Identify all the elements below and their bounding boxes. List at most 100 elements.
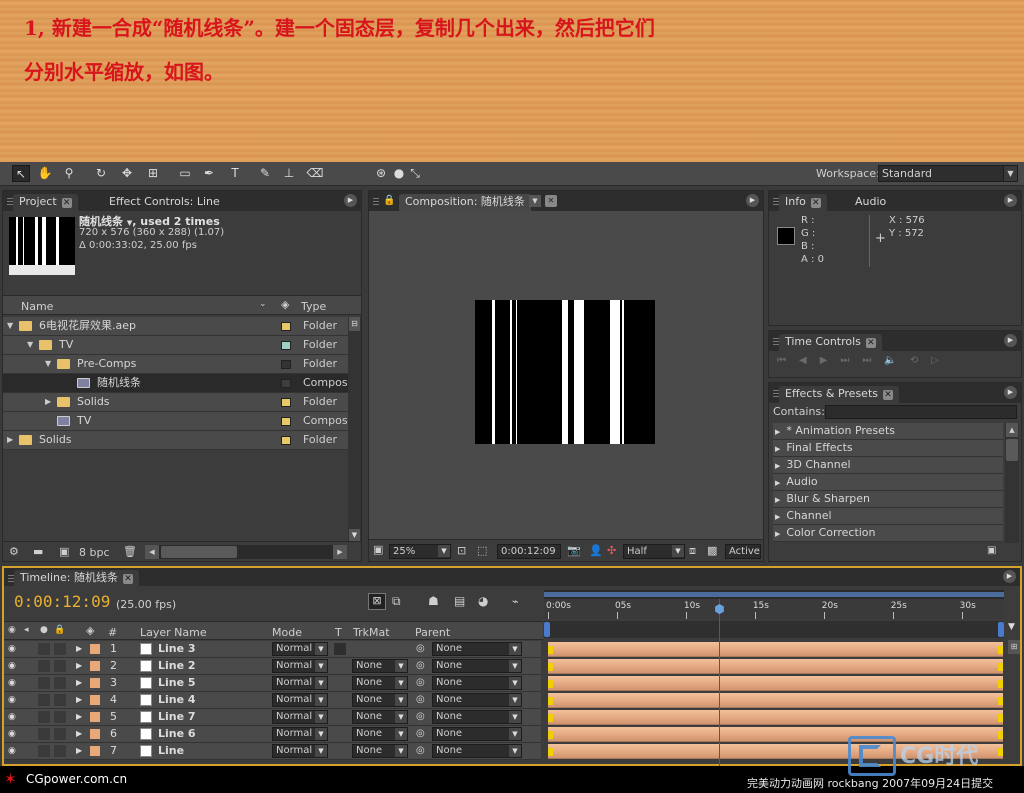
scroll-left-icon[interactable]: ◀ [145,545,159,559]
out-point-handle[interactable] [998,680,1003,688]
label-swatch[interactable] [281,322,291,331]
twirl-right-icon[interactable]: ▶ [76,743,82,759]
layer-mode-select[interactable]: Normal ▼ [272,727,328,741]
label-swatch[interactable] [90,695,100,705]
label-swatch[interactable] [281,379,291,388]
out-point-handle[interactable] [998,714,1003,722]
eye-icon[interactable]: ◉ [8,641,16,657]
project-row[interactable]: TV Composit [3,412,355,431]
interpret-footage-icon[interactable]: ⚙ [9,545,19,558]
layer-name[interactable]: Line 3 [158,641,196,657]
layer-mode-select[interactable]: Normal ▼ [272,676,328,690]
layer-mode-select[interactable]: Normal ▼ [272,642,328,656]
in-point-handle[interactable] [548,731,553,739]
tab-info[interactable]: Info ✕ [779,194,827,211]
layer-row[interactable]: ◉ ▶ 5 Line 7 Normal ▼ None ▼ ◎ None ▼ [4,709,541,726]
eye-icon[interactable]: ◉ [8,692,16,708]
close-icon[interactable]: ✕ [810,198,821,208]
label-swatch[interactable] [90,729,100,739]
project-row[interactable]: 随机线条 Composit [3,374,355,393]
layer-duration-bar[interactable] [548,659,1003,674]
solo-switch[interactable] [38,643,50,655]
close-icon[interactable]: ✕ [865,338,876,348]
label-swatch[interactable] [90,712,100,722]
eye-icon[interactable]: ◉ [8,709,16,725]
magnification-select[interactable]: 25% ▼ [389,544,451,559]
time-ruler[interactable]: 0:00s 05s 10s 15s 20s 25s 30s [544,599,1004,619]
mask-view-icon[interactable]: ⬚ [477,544,487,557]
lock-switch[interactable] [54,728,66,740]
eye-icon[interactable]: ◉ [8,675,16,691]
solo-switch[interactable] [38,711,50,723]
draft-3d-icon[interactable]: ⧉ [392,594,401,609]
current-time-indicator[interactable] [719,599,721,766]
layer-row[interactable]: ◉ ▶ 7 Line Normal ▼ None ▼ ◎ None ▼ [4,743,541,760]
twirl-right-icon[interactable]: ▶ [76,692,82,708]
eye-icon[interactable]: ◉ [8,625,16,635]
workspace-select[interactable]: Standard ▼ [878,165,1018,182]
layer-name[interactable]: Line 6 [158,726,196,742]
timeline-timecode[interactable]: 0:00:12:09 [14,592,110,611]
project-row[interactable]: ▶ Solids Folder [3,431,348,450]
lock-icon[interactable]: 🔒 [54,625,65,635]
in-point-handle[interactable] [548,714,553,722]
effects-scrollbar[interactable]: ▲ [1005,423,1019,543]
trkmat-select[interactable]: None ▼ [352,710,408,724]
pick-whip-icon[interactable]: ◎ [416,743,425,759]
lock-switch[interactable] [54,660,66,672]
twirl-right-icon[interactable]: ▶ [775,479,780,487]
local-axis-mode-icon[interactable]: ⊛ [372,165,390,182]
twirl-down-icon[interactable]: ▼ [27,336,33,354]
solo-switch[interactable] [38,745,50,757]
project-horizontal-scrollbar[interactable]: ◀ ▶ [145,545,347,559]
twirl-right-icon[interactable]: ▶ [76,658,82,674]
navigator-start-handle[interactable] [544,622,550,637]
label-swatch[interactable] [281,417,291,426]
solo-switch[interactable] [38,677,50,689]
eraser-tool-icon[interactable]: ⌫ [306,165,324,182]
show-snapshot-icon[interactable]: 👤 [589,544,603,557]
live-update-icon[interactable]: ⊠ [368,593,386,610]
chevron-down-icon[interactable]: ⌄ [259,299,267,309]
footer-site[interactable]: CGpower.com.cn [26,772,127,786]
tab-audio[interactable]: Audio [849,194,892,211]
playhead-icon[interactable]: ⬢ [714,603,724,615]
layer-row[interactable]: ◉ ▶ 1 Line 3 Normal ▼ ◎ None ▼ [4,641,541,658]
effects-category[interactable]: ▶ Final Effects [773,440,1003,457]
eye-icon[interactable]: ◉ [8,743,16,759]
in-point-handle[interactable] [548,680,553,688]
snapshot-icon[interactable]: 📷 [567,544,581,557]
navigator-end-handle[interactable] [998,622,1004,637]
parent-select[interactable]: None ▼ [432,659,522,673]
in-point-handle[interactable] [548,748,553,756]
tab-time-controls[interactable]: Time Controls ✕ [779,334,882,351]
solo-switch[interactable] [38,728,50,740]
in-point-handle[interactable] [548,646,553,654]
pick-whip-icon[interactable]: ◎ [416,675,425,691]
zoom-tool-icon[interactable]: ⚲ [60,165,78,182]
panel-menu-icon[interactable]: ▶ [1004,386,1017,399]
pick-whip-icon[interactable]: ◎ [416,658,425,674]
layer-mode-select[interactable]: Normal ▼ [272,744,328,758]
time-navigator[interactable] [544,621,1004,638]
rotate-tool-icon[interactable]: ↻ [92,165,110,182]
comp-marker-bin-icon[interactable]: ▼ [1008,622,1020,632]
panel-menu-icon[interactable]: ▶ [746,194,759,207]
layer-mode-select[interactable]: Normal ▼ [272,693,328,707]
panel-menu-icon[interactable]: ▶ [1004,194,1017,207]
layer-duration-bar[interactable] [548,642,1003,657]
trkmat-select[interactable]: None ▼ [352,659,408,673]
project-scrollbar[interactable]: ⊟ ▼ [348,317,361,541]
parent-select[interactable]: None ▼ [432,693,522,707]
twirl-right-icon[interactable]: ▶ [45,393,51,411]
work-area-bar[interactable] [544,590,1004,599]
out-point-handle[interactable] [998,748,1003,756]
in-point-handle[interactable] [548,697,553,705]
bit-depth-button[interactable]: 8 bpc [79,546,110,559]
layer-mode-select[interactable]: Normal ▼ [272,659,328,673]
pen-tool-icon[interactable]: ✒ [200,165,218,182]
resolution-select[interactable]: Half ▼ [623,544,685,559]
lock-switch[interactable] [54,745,66,757]
motion-blur-icon[interactable]: ◕ [478,594,488,608]
tab-composition[interactable]: Composition: 随机线条 [399,194,531,211]
